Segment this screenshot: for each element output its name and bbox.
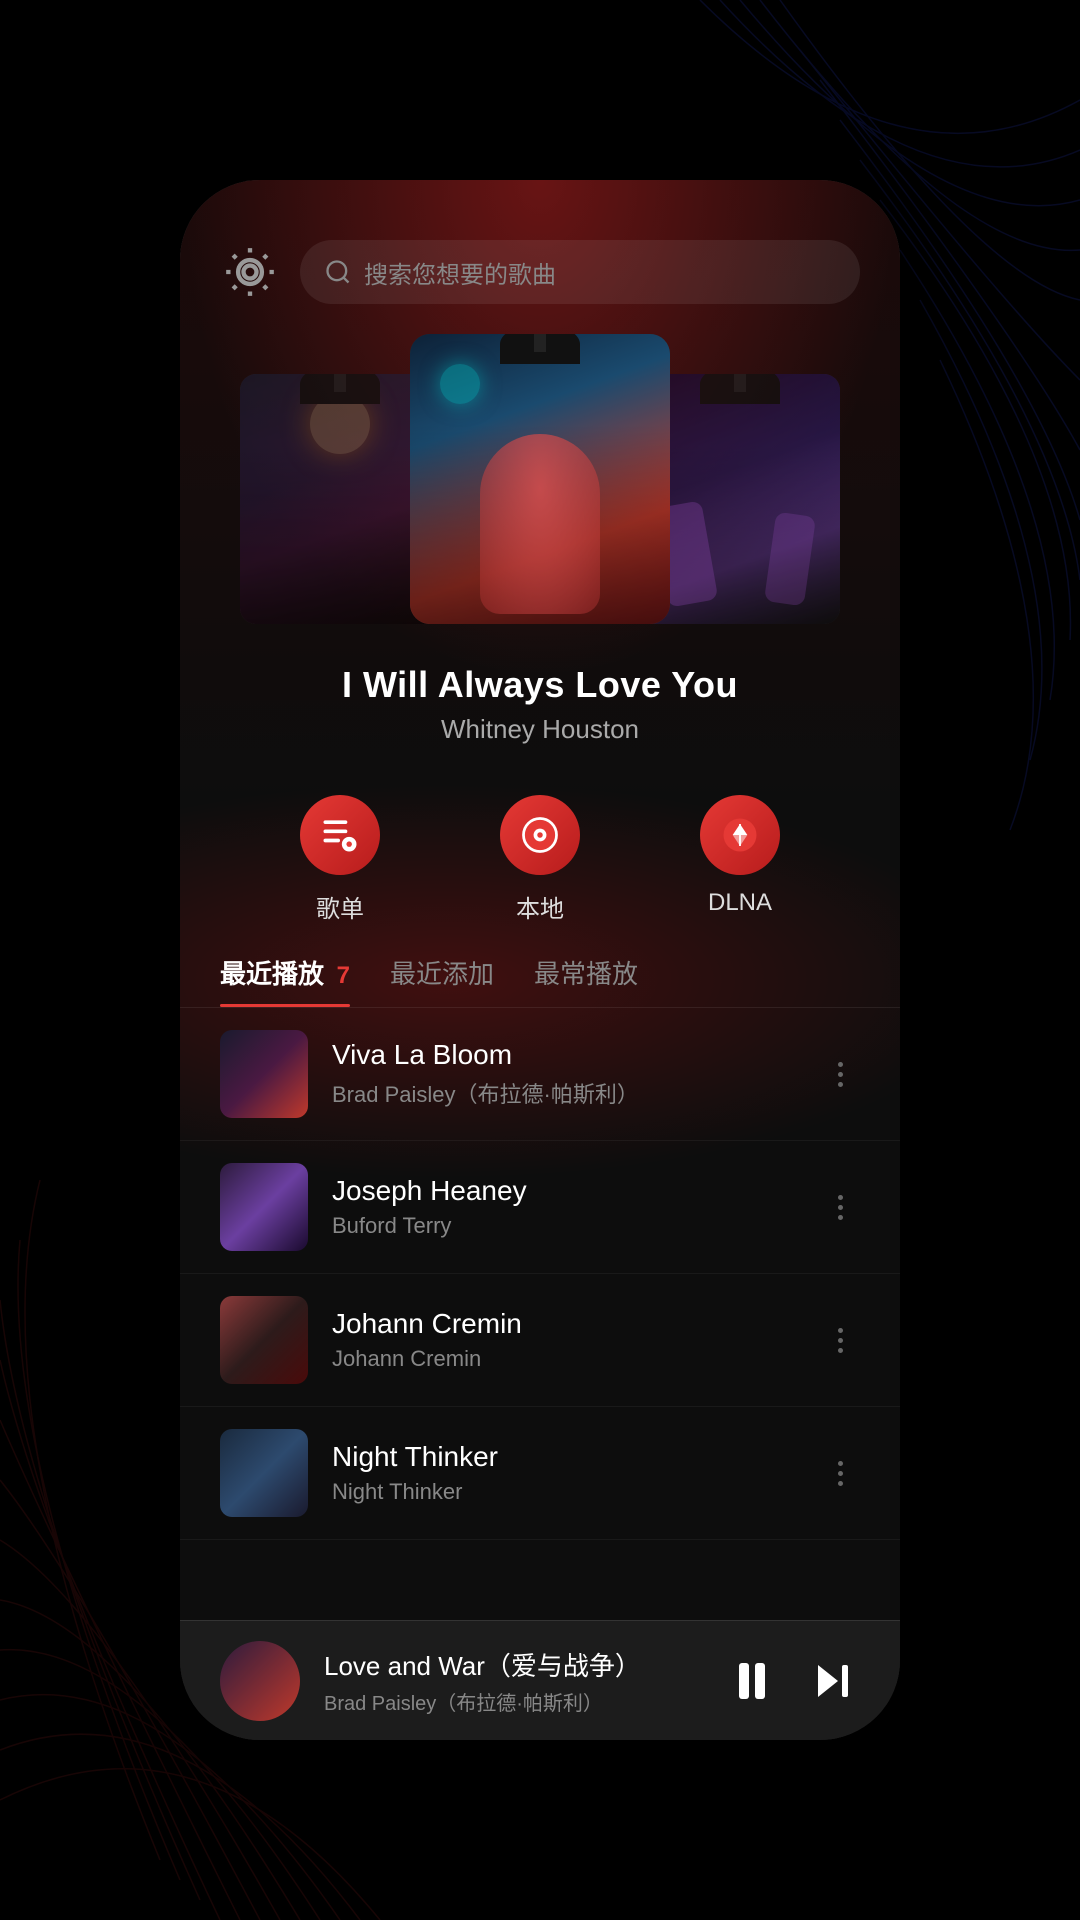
song-thumb — [220, 1163, 308, 1251]
local-icon-wrap — [500, 795, 580, 875]
carousel-song-title: I Will Always Love You — [220, 664, 860, 706]
carousel-item-center[interactable] — [410, 334, 670, 624]
song-info: Viva La Bloom Brad Paisley（布拉德·帕斯利） — [332, 1039, 796, 1109]
now-playing-title: Love and War（爱与战争） — [324, 1646, 700, 1683]
song-item[interactable]: Johann Cremin Johann Cremin — [180, 1274, 900, 1407]
song-item[interactable]: Viva La Bloom Brad Paisley（布拉德·帕斯利） — [180, 1008, 900, 1141]
song-item[interactable]: Joseph Heaney Buford Terry — [180, 1141, 900, 1274]
album-art-center — [410, 334, 670, 624]
tab-recent-play[interactable]: 最近播放 7 — [220, 954, 350, 1007]
song-title: Johann Cremin — [332, 1308, 796, 1340]
carousel — [180, 324, 900, 644]
album-art-right — [640, 374, 840, 624]
song-info: Joseph Heaney Buford Terry — [332, 1175, 796, 1239]
tab-recent-add[interactable]: 最近添加 — [390, 954, 494, 1007]
song-thumb — [220, 1296, 308, 1384]
song-thumb — [220, 1429, 308, 1517]
carousel-song-info: I Will Always Love You Whitney Houston — [180, 644, 900, 755]
playlist-label: 歌单 — [316, 889, 364, 924]
skip-icon — [808, 1657, 856, 1705]
more-button[interactable] — [820, 1062, 860, 1087]
carousel-artist-name: Whitney Houston — [220, 714, 860, 745]
tabs-row: 最近播放 7 最近添加 最常播放 — [180, 944, 900, 1008]
song-artist: Buford Terry — [332, 1213, 796, 1239]
pause-button[interactable] — [724, 1653, 780, 1709]
category-local[interactable]: 本地 — [500, 795, 580, 924]
song-info: Johann Cremin Johann Cremin — [332, 1308, 796, 1372]
more-button[interactable] — [820, 1195, 860, 1220]
category-playlist[interactable]: 歌单 — [300, 795, 380, 924]
dlna-icon — [718, 813, 762, 857]
local-label: 本地 — [516, 889, 564, 924]
skip-button[interactable] — [804, 1653, 860, 1709]
search-bar[interactable]: 搜索您想要的歌曲 — [300, 240, 860, 304]
top-bar: 搜索您想要的歌曲 — [180, 180, 900, 324]
vinyl-top-left — [300, 374, 380, 404]
song-thumb — [220, 1030, 308, 1118]
song-artist: Night Thinker — [332, 1479, 796, 1505]
phone-shell: 搜索您想要的歌曲 — [180, 180, 900, 1740]
playlist-icon — [318, 813, 362, 857]
song-artist: Brad Paisley（布拉德·帕斯利） — [332, 1077, 796, 1109]
category-row: 歌单 本地 — [180, 755, 900, 944]
search-icon — [324, 258, 352, 286]
app-content: 搜索您想要的歌曲 — [180, 180, 900, 1740]
more-button[interactable] — [820, 1328, 860, 1353]
phone-screen: 搜索您想要的歌曲 — [180, 180, 900, 1740]
playback-controls — [724, 1653, 860, 1709]
song-title: Joseph Heaney — [332, 1175, 796, 1207]
now-playing-artist: Brad Paisley（布拉德·帕斯利） — [324, 1687, 700, 1716]
song-title: Viva La Bloom — [332, 1039, 796, 1071]
song-info: Night Thinker Night Thinker — [332, 1441, 796, 1505]
song-list: Viva La Bloom Brad Paisley（布拉德·帕斯利） Jos — [180, 1008, 900, 1620]
tab-most-play[interactable]: 最常播放 — [534, 954, 638, 1007]
local-icon — [518, 813, 562, 857]
search-placeholder: 搜索您想要的歌曲 — [364, 255, 556, 290]
song-artist: Johann Cremin — [332, 1346, 796, 1372]
category-dlna[interactable]: DLNA — [700, 795, 780, 924]
song-title: Night Thinker — [332, 1441, 796, 1473]
pause-icon — [739, 1663, 765, 1699]
song-item[interactable]: Night Thinker Night Thinker — [180, 1407, 900, 1540]
vinyl-top-right — [700, 374, 780, 404]
playlist-icon-wrap — [300, 795, 380, 875]
now-playing-thumb — [220, 1641, 300, 1721]
dlna-label: DLNA — [708, 889, 772, 917]
dlna-icon-wrap — [700, 795, 780, 875]
settings-button[interactable] — [220, 242, 280, 302]
now-playing-bar[interactable]: Love and War（爱与战争） Brad Paisley（布拉德·帕斯利） — [180, 1620, 900, 1740]
more-button[interactable] — [820, 1461, 860, 1486]
now-playing-info: Love and War（爱与战争） Brad Paisley（布拉德·帕斯利） — [324, 1646, 700, 1716]
carousel-item-right[interactable] — [640, 374, 840, 624]
vinyl-top-center — [500, 334, 580, 364]
